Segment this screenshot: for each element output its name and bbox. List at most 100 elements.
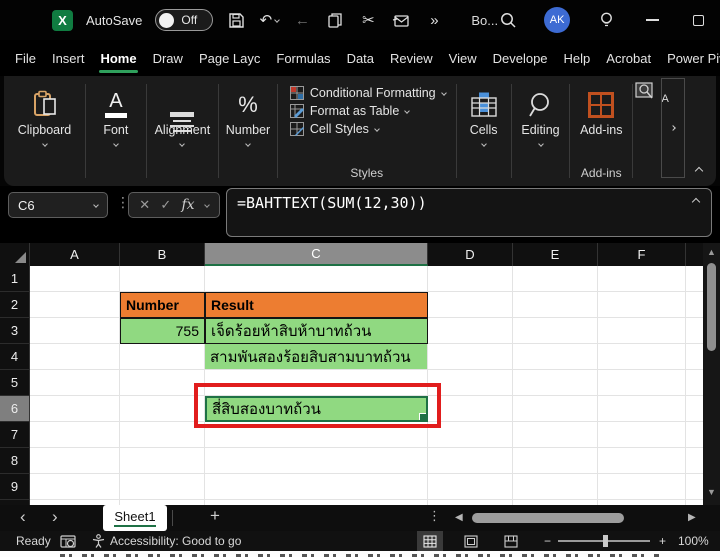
row-header-3[interactable]: 3 — [0, 318, 30, 344]
enter-entry-icon[interactable]: ✓ — [160, 197, 171, 213]
cell-E5[interactable] — [513, 370, 598, 396]
horizontal-scrollbar[interactable] — [468, 513, 680, 523]
hscroll-right-icon[interactable]: ▶ — [688, 512, 696, 523]
avatar[interactable]: AK — [544, 7, 570, 33]
cell-E1[interactable] — [513, 266, 598, 292]
vertical-scroll-thumb[interactable] — [707, 263, 716, 351]
cell-B3[interactable]: 755 — [120, 318, 205, 344]
cell-A9[interactable] — [30, 474, 120, 500]
cell-C7[interactable] — [205, 422, 428, 448]
row-header-9[interactable]: 9 — [0, 474, 30, 500]
cell-D3[interactable] — [428, 318, 513, 344]
copy-icon[interactable] — [325, 10, 345, 30]
cell-A8[interactable] — [30, 448, 120, 474]
cell-E4[interactable] — [513, 344, 598, 370]
cell-D2[interactable] — [428, 292, 513, 318]
cell-D4[interactable] — [428, 344, 513, 370]
cell-F8[interactable] — [598, 448, 686, 474]
insert-function-icon[interactable]: fx — [181, 197, 194, 213]
cell-B4[interactable] — [120, 344, 205, 370]
share-email-icon[interactable] — [391, 10, 411, 30]
cell-E9[interactable] — [513, 474, 598, 500]
sheet-tab-sheet1[interactable]: Sheet1 — [103, 505, 167, 531]
tab-file[interactable]: File — [14, 47, 37, 70]
cell-D7[interactable] — [428, 422, 513, 448]
tab-acrobat[interactable]: Acrobat — [605, 47, 652, 70]
alignment-group[interactable]: Alignment — [147, 76, 218, 186]
cell-F5[interactable] — [598, 370, 686, 396]
format-as-table-button[interactable]: Format as Table — [290, 104, 446, 118]
tab-insert[interactable]: Insert — [51, 47, 86, 70]
row-header-2[interactable]: 2 — [0, 292, 30, 318]
cell-B9[interactable] — [120, 474, 205, 500]
cell-E7[interactable] — [513, 422, 598, 448]
cell-E2[interactable] — [513, 292, 598, 318]
cell-E3[interactable] — [513, 318, 598, 344]
cells-group[interactable]: Cells — [457, 76, 511, 186]
cell-C3[interactable]: เจ็ดร้อยห้าสิบห้าบาทถ้วน — [205, 318, 428, 344]
view-normal-icon[interactable] — [417, 531, 443, 551]
cell-styles-button[interactable]: Cell Styles — [290, 122, 446, 136]
tab-review[interactable]: Review — [389, 47, 434, 70]
cell-C4[interactable]: สามพันสองร้อยสิบสามบาทถ้วน — [205, 344, 428, 370]
cell-D1[interactable] — [428, 266, 513, 292]
tab-view[interactable]: View — [448, 47, 478, 70]
tab-developer[interactable]: Develope — [492, 47, 549, 70]
cell-F9[interactable] — [598, 474, 686, 500]
cell-F1[interactable] — [598, 266, 686, 292]
tab-power-pivot[interactable]: Power Piv — [666, 47, 720, 70]
cell-C9[interactable] — [205, 474, 428, 500]
cancel-entry-icon[interactable]: ✕ — [139, 197, 150, 213]
horizontal-scroll-thumb[interactable] — [472, 513, 624, 523]
cell-A3[interactable] — [30, 318, 120, 344]
row-header-5[interactable]: 5 — [0, 370, 30, 396]
cell-D8[interactable] — [428, 448, 513, 474]
tab-data[interactable]: Data — [346, 47, 375, 70]
column-header-A[interactable]: A — [30, 243, 120, 266]
cell-B8[interactable] — [120, 448, 205, 474]
formula-chevron-icon[interactable] — [204, 202, 210, 208]
addins-group[interactable]: Add-ins Add-ins — [570, 76, 632, 186]
cell-C8[interactable] — [205, 448, 428, 474]
cell-F6[interactable] — [598, 396, 686, 422]
row-header-8[interactable]: 8 — [0, 448, 30, 474]
zoom-level[interactable]: 100% — [678, 531, 709, 551]
cell-C1[interactable] — [205, 266, 428, 292]
editing-group[interactable]: Editing — [512, 76, 570, 186]
scroll-up-icon[interactable]: ▲ — [703, 247, 720, 257]
zoom-slider-handle[interactable] — [603, 535, 608, 547]
formula-input[interactable]: =BAHTTEXT(SUM(12,30)) — [226, 188, 712, 237]
tab-formulas[interactable]: Formulas — [275, 47, 331, 70]
cell-C6-active[interactable]: สี่สิบสองบาทถ้วน — [205, 396, 428, 422]
clipboard-group[interactable]: Clipboard — [4, 76, 85, 186]
column-header-E[interactable]: E — [513, 243, 598, 266]
cell-D5[interactable] — [428, 370, 513, 396]
view-page-layout-icon[interactable] — [458, 531, 484, 551]
conditional-formatting-button[interactable]: Conditional Formatting — [290, 86, 446, 100]
zoom-out-icon[interactable]: − — [544, 531, 551, 551]
font-group[interactable]: A Font — [86, 76, 146, 186]
view-page-break-icon[interactable] — [498, 531, 524, 551]
lightbulb-icon[interactable] — [596, 10, 616, 30]
column-header-F[interactable]: F — [598, 243, 686, 266]
tab-draw[interactable]: Draw — [152, 47, 184, 70]
row-header-4[interactable]: 4 — [0, 344, 30, 370]
add-sheet-button[interactable]: + — [210, 506, 220, 526]
vertical-scrollbar[interactable]: ▲ ▼ — [703, 243, 720, 505]
autosave-toggle[interactable]: Off — [155, 9, 213, 31]
cell-E6[interactable] — [513, 396, 598, 422]
quick-access-overflow-icon[interactable]: » — [424, 10, 444, 30]
cell-C2[interactable]: Result — [205, 292, 428, 318]
cell-A4[interactable] — [30, 344, 120, 370]
cell-B7[interactable] — [120, 422, 205, 448]
cell-F3[interactable] — [598, 318, 686, 344]
select-all-corner[interactable] — [0, 243, 30, 266]
maximize-button[interactable] — [688, 10, 708, 30]
cell-F2[interactable] — [598, 292, 686, 318]
cell-A7[interactable] — [30, 422, 120, 448]
hscroll-left-icon[interactable]: ◀ — [455, 512, 463, 523]
cell-A1[interactable] — [30, 266, 120, 292]
prev-sheet-icon[interactable]: ‹ — [20, 507, 26, 527]
search-icon[interactable] — [498, 10, 518, 30]
ribbon-expand-strip[interactable] — [661, 78, 685, 178]
